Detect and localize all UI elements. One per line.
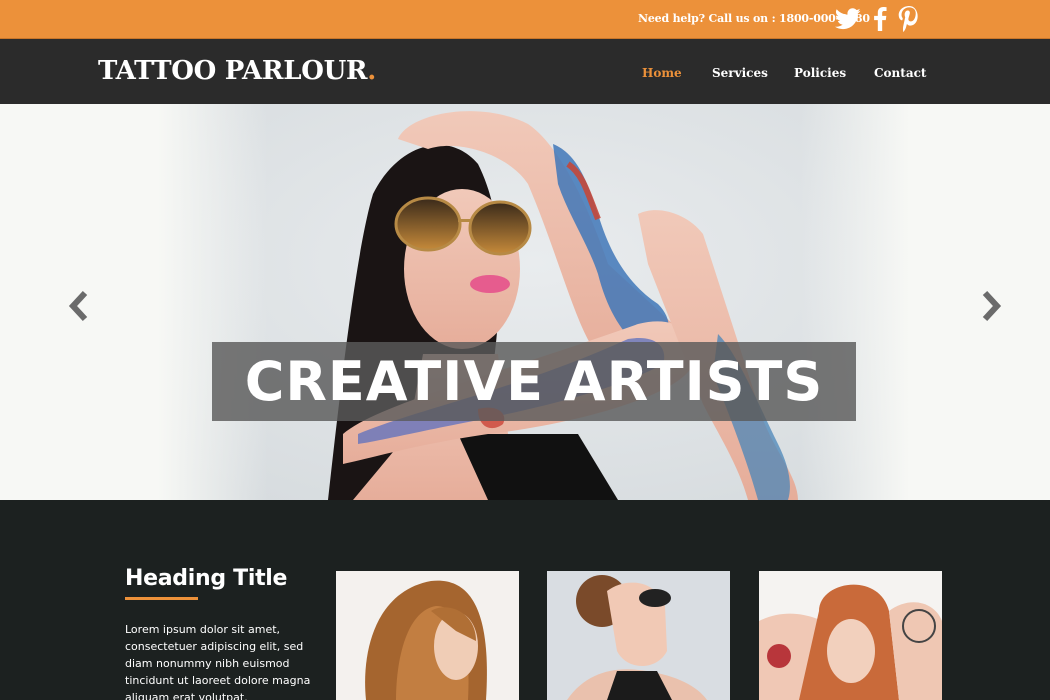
site-logo[interactable]: TATTOO PARLOUR. xyxy=(98,56,376,86)
nav-contact[interactable]: Contact xyxy=(874,66,926,80)
section-body-text: Lorem ipsum dolor sit amet, consectetuer… xyxy=(125,623,311,700)
hero-caption-box: CREATIVE ARTISTS xyxy=(212,342,856,421)
main-navbar: TATTOO PARLOUR. Home Services Policies C… xyxy=(0,39,1050,104)
nav-policies[interactable]: Policies xyxy=(794,66,846,80)
gallery-thumb-1[interactable] xyxy=(336,571,519,700)
twitter-icon[interactable] xyxy=(834,5,862,33)
gallery-thumb-2[interactable] xyxy=(547,571,730,700)
heading-underline xyxy=(125,597,198,600)
facebook-icon[interactable] xyxy=(866,5,894,33)
content-section: Heading Title Lorem ipsum dolor sit amet… xyxy=(0,500,1050,700)
chevron-left-icon xyxy=(68,290,88,322)
pinterest-icon[interactable] xyxy=(895,5,923,33)
nav-services[interactable]: Services xyxy=(712,66,768,80)
hero-slider: CREATIVE ARTISTS xyxy=(0,104,1050,500)
gallery-thumb-3[interactable] xyxy=(759,571,942,700)
logo-text: TATTOO PARLOUR xyxy=(98,56,368,86)
slider-prev-button[interactable] xyxy=(65,289,91,323)
top-contact-bar: Need help? Call us on : 1800-000-8080 xyxy=(0,0,1050,39)
nav-home[interactable]: Home xyxy=(642,66,682,80)
chevron-right-icon xyxy=(982,290,1002,322)
hero-image xyxy=(158,104,910,500)
logo-dot: . xyxy=(367,56,377,86)
hero-caption: CREATIVE ARTISTS xyxy=(244,350,824,413)
slider-next-button[interactable] xyxy=(979,289,1005,323)
section-heading: Heading Title xyxy=(125,566,288,591)
